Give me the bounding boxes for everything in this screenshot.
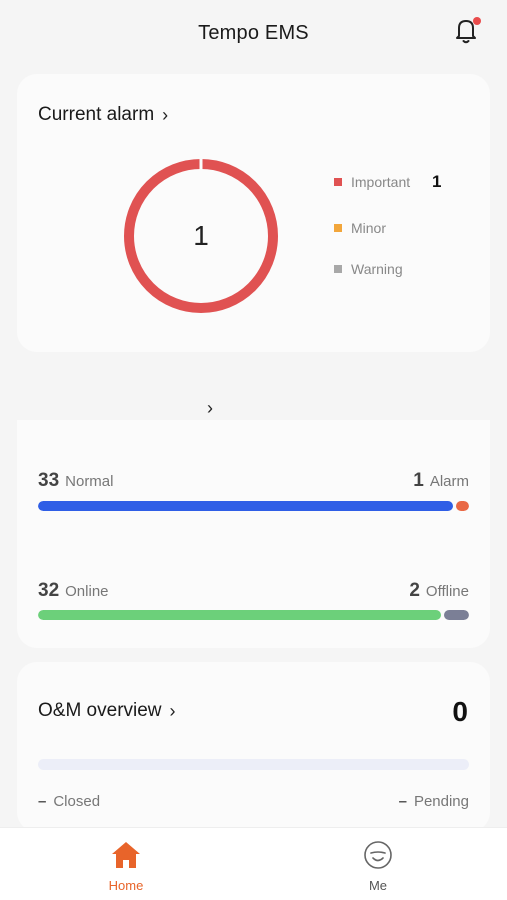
current-alarm-title: Current alarm [38,104,155,125]
bottom-tab-bar: Home Me [0,827,507,900]
normal-stat: 33 Normal [38,470,113,492]
legend-count-important: 1 [432,172,442,191]
device-status-card: 33 Normal 1 Alarm 32 Online 2 Offline [17,420,490,648]
om-count: 0 [452,696,468,727]
health-bar-alarm [456,501,469,511]
legend-label-important: Important [351,174,411,190]
notification-dot [473,17,481,25]
legend-swatch-warning [334,265,342,273]
om-pending: – Pending [399,793,469,810]
health-stats: 33 Normal 1 Alarm [38,470,469,492]
online-label: Online [65,583,109,600]
connection-bar-offline [444,610,469,620]
face-icon [364,841,392,869]
health-bar [38,501,469,511]
chevron-right-icon[interactable]: › [200,398,220,419]
alarm-label: Alarm [429,473,469,490]
page-title: Tempo EMS [198,21,309,44]
tab-home[interactable]: Home [86,840,166,893]
legend-swatch-important [334,178,342,186]
om-overview-title: O&M overview [38,700,162,721]
tab-home-label: Home [108,878,144,893]
notification-button[interactable] [451,15,481,45]
om-overview-link[interactable]: O&M overview › [38,700,176,722]
connection-bar-online [38,610,441,620]
closed-label: Closed [53,793,101,810]
legend-minor: Minor [334,220,386,236]
alarm-count: 1 [413,470,424,491]
chevron-right-icon: › [169,701,176,721]
offline-count: 2 [409,580,420,601]
om-closed: – Closed [38,793,100,810]
connection-stats: 32 Online 2 Offline [38,580,469,602]
chevron-right-icon: › [162,105,169,125]
current-alarm-link[interactable]: Current alarm › [38,104,168,126]
health-bar-normal [38,501,453,511]
tab-me-label: Me [368,878,388,893]
normal-count: 33 [38,470,60,491]
online-stat: 32 Online [38,580,109,602]
pending-count: – [398,793,407,810]
om-overview-card: O&M overview › 0 – Closed – Pending [17,662,490,832]
legend-label-minor: Minor [351,220,387,236]
connection-bar [38,610,469,620]
alarm-stat: 1 Alarm [413,470,469,492]
closed-count: – [38,793,47,810]
om-progress-bar [38,759,469,770]
offline-label: Offline [425,583,469,600]
online-count: 32 [38,580,60,601]
alarm-total: 1 [193,220,209,251]
normal-label: Normal [65,473,114,490]
current-alarm-card: Current alarm › 1 Important 1 Minor Warn… [17,74,490,352]
offline-stat: 2 Offline [409,580,469,602]
app-header: Tempo EMS [0,0,507,66]
pending-label: Pending [413,793,469,810]
home-icon [112,842,140,868]
tab-me[interactable]: Me [338,840,418,893]
legend-warning: Warning [334,261,403,277]
legend-important: Important [334,174,410,190]
legend-swatch-minor [334,224,342,232]
legend-label-warning: Warning [351,261,403,277]
